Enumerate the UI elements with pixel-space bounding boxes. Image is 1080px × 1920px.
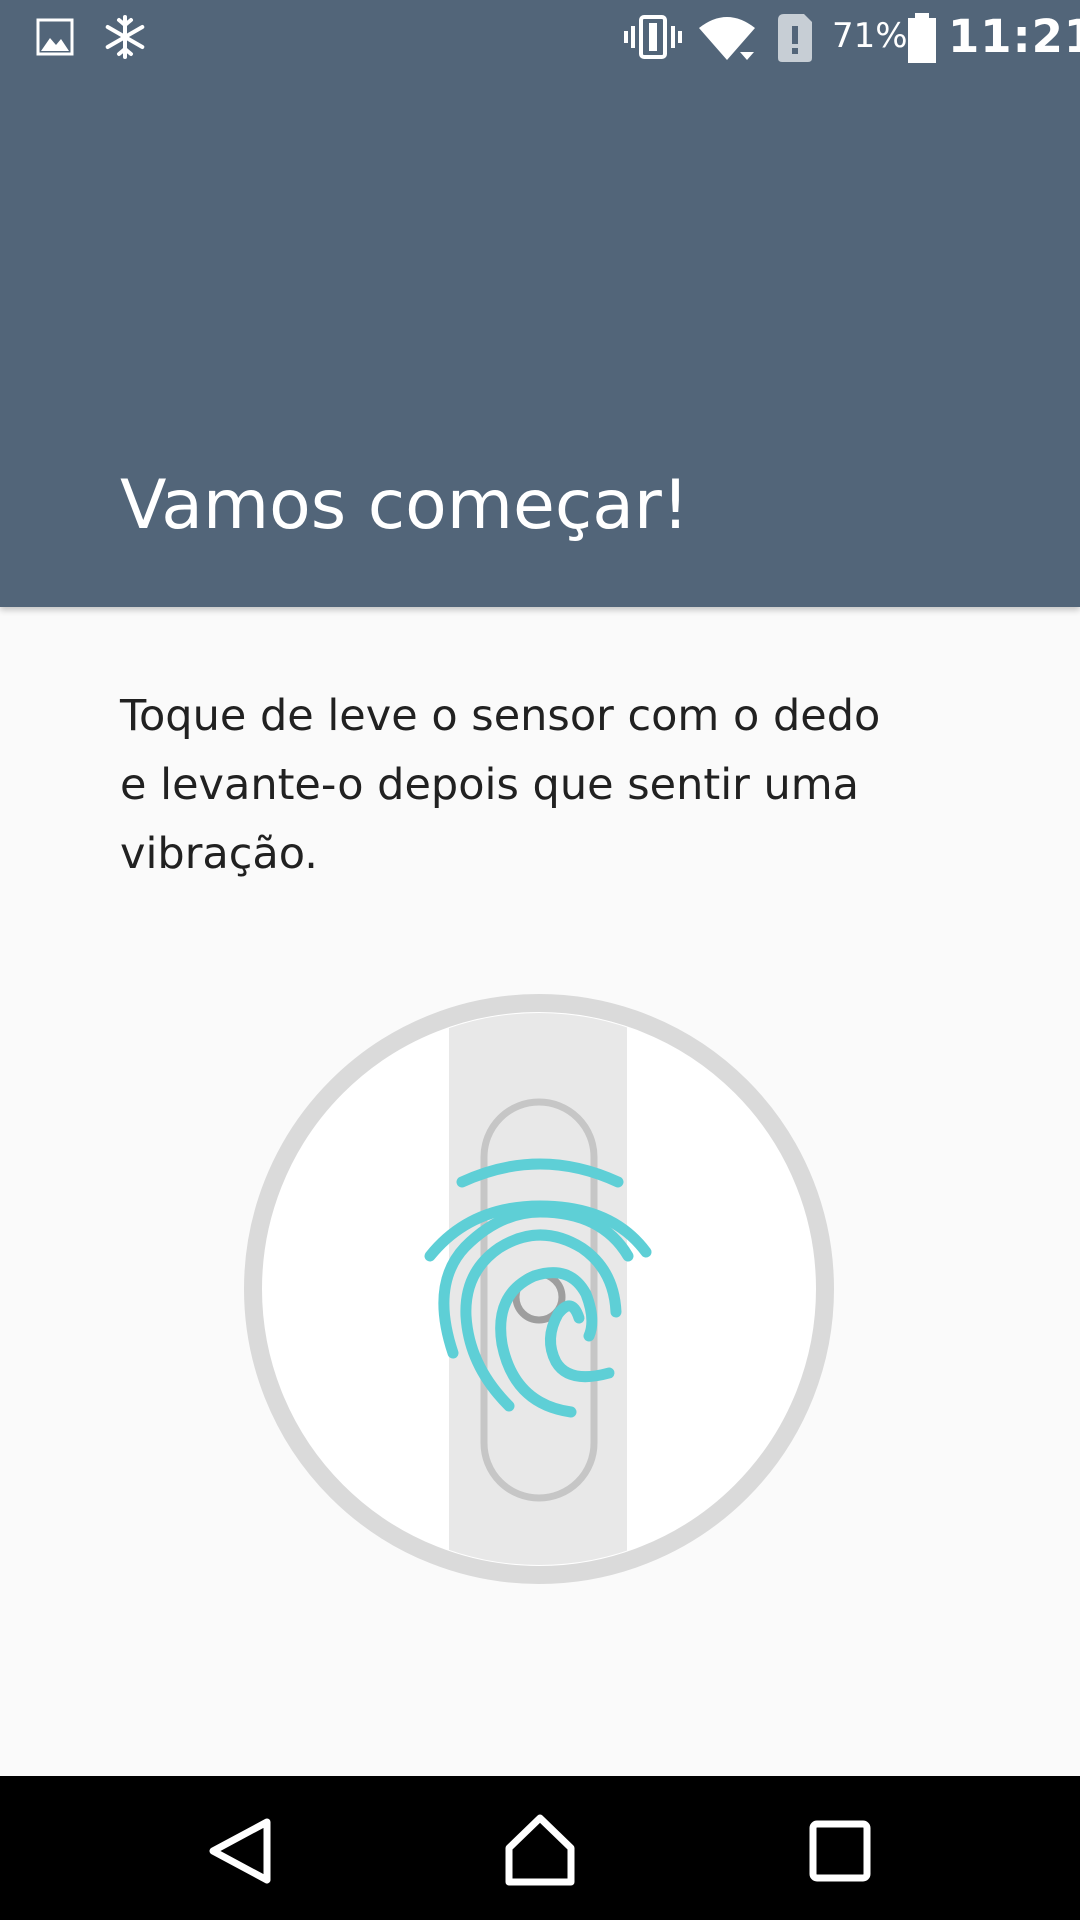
recents-icon[interactable] xyxy=(795,1806,885,1896)
home-icon[interactable] xyxy=(495,1806,585,1896)
fingerprint-sensor-icon xyxy=(244,994,834,1584)
snowflake-icon xyxy=(105,15,145,59)
navigation-bar xyxy=(0,1776,1080,1920)
header: 71% 11:21 Vamos começar! xyxy=(0,0,1080,607)
wifi-icon xyxy=(699,17,755,60)
back-icon[interactable] xyxy=(195,1806,285,1896)
battery-percent: 71% xyxy=(832,16,908,56)
clock: 11:21 xyxy=(948,10,1080,63)
image-icon xyxy=(36,18,74,56)
instructions-text: Toque de leve o sensor com o dedo e leva… xyxy=(120,691,881,879)
sim-alert-icon xyxy=(778,14,812,62)
vibrate-icon xyxy=(624,15,682,59)
battery-icon xyxy=(908,13,936,63)
page-title: Vamos começar! xyxy=(120,466,690,545)
status-bar: 71% 11:21 xyxy=(0,0,1080,75)
